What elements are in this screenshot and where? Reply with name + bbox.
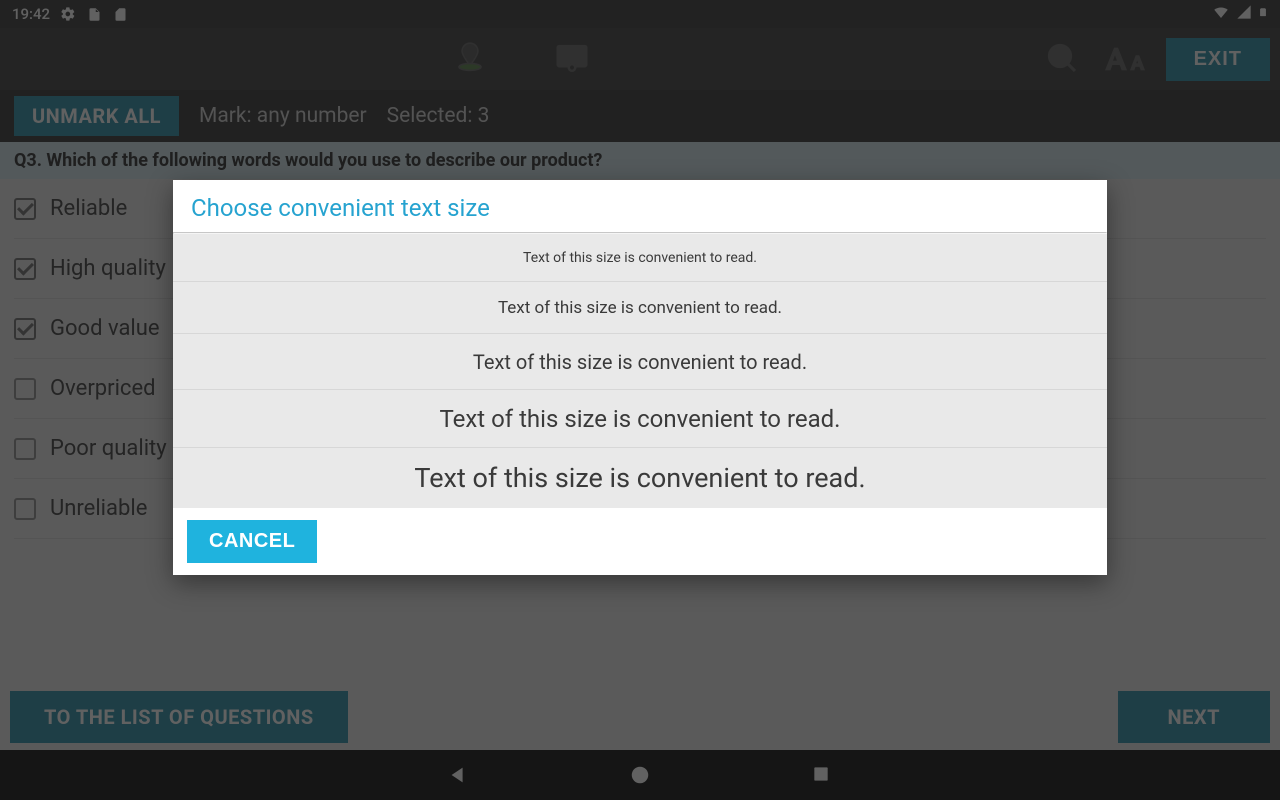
dialog-divider <box>173 232 1107 234</box>
dialog-title: Choose convenient text size <box>173 180 1107 232</box>
text-size-option[interactable]: Text of this size is convenient to read. <box>173 234 1107 282</box>
text-size-option[interactable]: Text of this size is convenient to read. <box>173 334 1107 390</box>
text-size-option[interactable]: Text of this size is convenient to read. <box>173 282 1107 334</box>
text-size-dialog: Choose convenient text size Text of this… <box>173 180 1107 575</box>
text-size-option[interactable]: Text of this size is convenient to read. <box>173 448 1107 508</box>
cancel-button[interactable]: CANCEL <box>187 520 317 563</box>
text-size-option[interactable]: Text of this size is convenient to read. <box>173 390 1107 448</box>
